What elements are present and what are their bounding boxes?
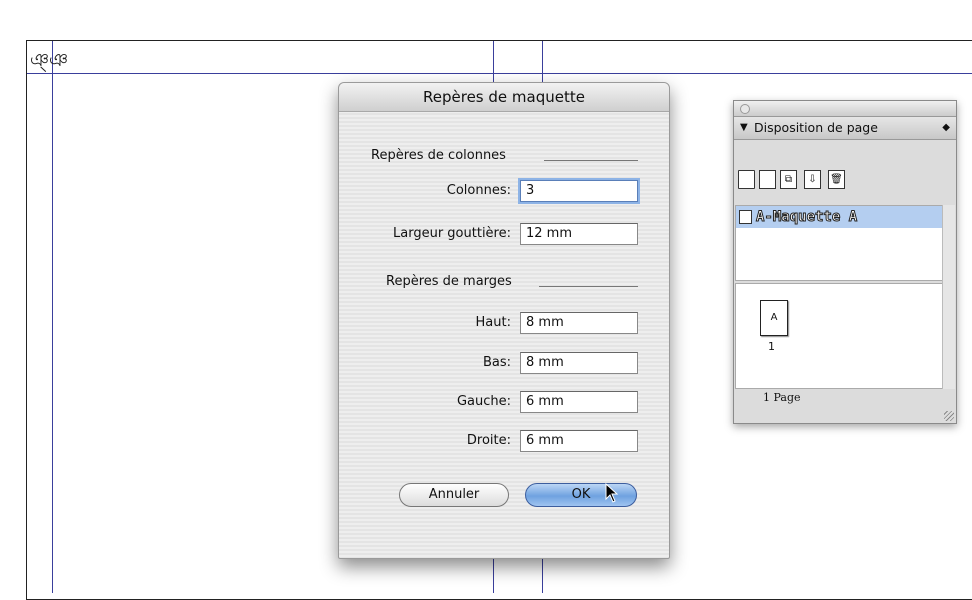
masters-list: A-Maquette A — [735, 205, 943, 281]
margins-section-divider — [539, 286, 638, 287]
facing-pages-icon[interactable] — [759, 170, 776, 189]
top-margin-input[interactable]: 8 mm — [520, 312, 638, 334]
panel-menu-icon[interactable]: ◆ — [942, 117, 950, 139]
panel-title: Disposition de page — [754, 120, 878, 135]
pages-list: A 1 — [735, 283, 943, 389]
collapse-triangle-icon[interactable]: ▼ — [740, 117, 748, 139]
duplicate-page-icon[interactable]: ⧉ — [780, 170, 797, 189]
layout-guides-dialog: Repères de maquette Repères de colonnes … — [338, 82, 670, 559]
panel-scrollbar[interactable] — [942, 205, 955, 389]
ornament-icon: ঞ্ঞ — [30, 50, 69, 71]
trash-icon[interactable]: 🗑 — [828, 170, 845, 189]
pages-panel: ▼ Disposition de page ◆ ⧉ ⇩ 🗑 A-Maquette… — [733, 100, 957, 424]
right-margin-label: Droite: — [466, 433, 511, 448]
panel-close-icon[interactable] — [740, 104, 750, 114]
bottom-margin-label: Bas: — [482, 355, 511, 370]
page-thumbnail[interactable]: A — [760, 300, 788, 336]
columns-section-divider — [544, 160, 638, 161]
import-page-icon[interactable]: ⇩ — [804, 170, 821, 189]
master-item-a[interactable]: A-Maquette A — [736, 206, 942, 228]
columns-input[interactable]: 3 — [520, 180, 638, 202]
panel-header[interactable]: ▼ Disposition de page ◆ — [734, 117, 956, 140]
gutter-input[interactable]: 12 mm — [520, 223, 638, 245]
bottom-margin-input[interactable]: 8 mm — [520, 352, 638, 374]
left-margin-input[interactable]: 6 mm — [520, 391, 638, 413]
dialog-title: Repères de maquette — [339, 83, 669, 112]
master-page-icon — [739, 210, 752, 224]
pages-footer: 1 Page — [735, 391, 941, 409]
page-count-label: 1 Page — [763, 391, 801, 404]
mouse-pointer-icon — [605, 483, 619, 503]
top-margin-label: Haut: — [475, 315, 511, 330]
columns-section-heading: Repères de colonnes — [371, 148, 506, 163]
margin-guide-top[interactable] — [27, 73, 972, 74]
master-item-label: A-Maquette A — [755, 209, 858, 226]
left-margin-label: Gauche: — [456, 394, 511, 409]
margin-guide-left[interactable] — [52, 41, 53, 593]
new-page-icon[interactable] — [738, 170, 755, 189]
ok-button[interactable]: OK — [525, 483, 637, 507]
right-margin-input[interactable]: 6 mm — [520, 430, 638, 452]
gutter-label: Largeur gouttière: — [393, 226, 511, 241]
margins-section-heading: Repères de marges — [386, 274, 512, 289]
panel-titlebar — [734, 101, 956, 117]
page-number-label: 1 — [768, 340, 775, 353]
resize-grip-icon[interactable] — [944, 411, 954, 421]
columns-label: Colonnes: — [446, 183, 511, 198]
cancel-button[interactable]: Annuler — [399, 483, 509, 507]
